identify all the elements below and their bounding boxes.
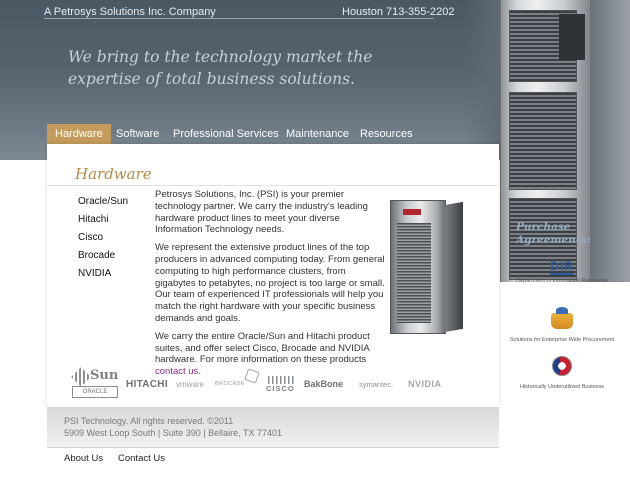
hitachi-logo: HITACHI — [126, 379, 168, 390]
nvidia-logo: NVIDIA — [408, 379, 442, 389]
product-side-nav: Oracle/Sun Hitachi Cisco Brocade NVIDIA — [78, 193, 128, 283]
header-divider — [44, 18, 434, 19]
phone-number: Houston 713-355-2202 — [342, 6, 455, 18]
product-lines-paragraph: We represent the extensive product lines… — [155, 242, 385, 324]
purchase-agreements-title: Purchase Agreements: — [516, 221, 591, 246]
footer-divider — [47, 447, 499, 448]
dir-logo: DIR — [550, 259, 574, 275]
side-link-brocade[interactable]: Brocade — [78, 247, 128, 265]
product-grille — [397, 223, 431, 323]
hub-caption: Historically Underutilized Business — [519, 384, 605, 390]
oracle-logo: ORACLE — [72, 386, 118, 398]
header-shadow — [463, 0, 500, 160]
sun-logo-icon — [71, 367, 91, 387]
contact-us-footer-link[interactable]: Contact Us — [118, 453, 165, 464]
vmware-logo: vmware — [176, 380, 205, 389]
product-server-image — [390, 200, 446, 334]
cisco-logo: CISCO — [266, 384, 295, 393]
texas-hub-seal-icon — [552, 356, 572, 376]
nav-hardware[interactable]: Hardware — [47, 124, 111, 144]
nav-software[interactable]: Software — [116, 124, 159, 144]
nav-resources[interactable]: Resources — [360, 124, 413, 144]
product-server-side — [445, 201, 463, 332]
dir-caption: Department of Information Resources — [516, 278, 608, 284]
address-line: 5909 West Loop South | Suite 390 | Bella… — [64, 428, 282, 438]
side-link-oracle-sun[interactable]: Oracle/Sun — [78, 193, 128, 211]
server-brand-panel — [559, 14, 585, 60]
copyright-line: PSI Technology. All rights reserved. ©20… — [64, 416, 234, 426]
copyright: PSI Technology. All rights reserved. ©20… — [64, 415, 282, 439]
page-title: Hardware — [75, 165, 152, 183]
procurement-caption: Solutions for Enterprise Wide Procuremen… — [509, 337, 615, 343]
procurement-agreement[interactable]: Solutions for Enterprise Wide Procuremen… — [506, 307, 618, 344]
body-text: Petrosys Solutions, Inc. (PSI) is your p… — [155, 189, 387, 384]
procurement-bucket-icon — [551, 307, 573, 329]
cisco-bars-icon — [268, 376, 294, 384]
server-rack-middle — [509, 92, 577, 190]
brocade-logo: BROCADE — [215, 381, 245, 387]
nav-maintenance[interactable]: Maintenance — [286, 124, 349, 144]
about-us-link[interactable]: About Us — [64, 453, 103, 464]
bakbone-logo: BakBone — [304, 379, 344, 389]
tagline: We bring to the technology market the ex… — [68, 48, 373, 88]
side-link-nvidia[interactable]: NVIDIA — [78, 265, 128, 283]
side-link-hitachi[interactable]: Hitachi — [78, 211, 128, 229]
partner-logos: Sun ORACLE HITACHI vmware BROCADE CISCO … — [71, 367, 462, 400]
brocade-mark-icon — [244, 368, 260, 384]
symantec-logo: symantec. — [359, 380, 394, 389]
nav-professional-services[interactable]: Professional Services — [173, 124, 279, 144]
side-link-cisco[interactable]: Cisco — [78, 229, 128, 247]
sun-logo: Sun — [90, 368, 119, 383]
dir-agreement[interactable]: DIR Department of Information Resources — [506, 257, 618, 285]
intro-paragraph: Petrosys Solutions, Inc. (PSI) is your p… — [155, 189, 368, 236]
title-divider — [47, 185, 499, 186]
company-name: A Petrosys Solutions Inc. Company — [44, 6, 216, 18]
contact-paragraph-text: We carry the entire Oracle/Sun and Hitac… — [155, 330, 370, 366]
hub-agreement[interactable]: Historically Underutilized Business — [506, 356, 618, 391]
product-brand-tag — [403, 209, 421, 215]
